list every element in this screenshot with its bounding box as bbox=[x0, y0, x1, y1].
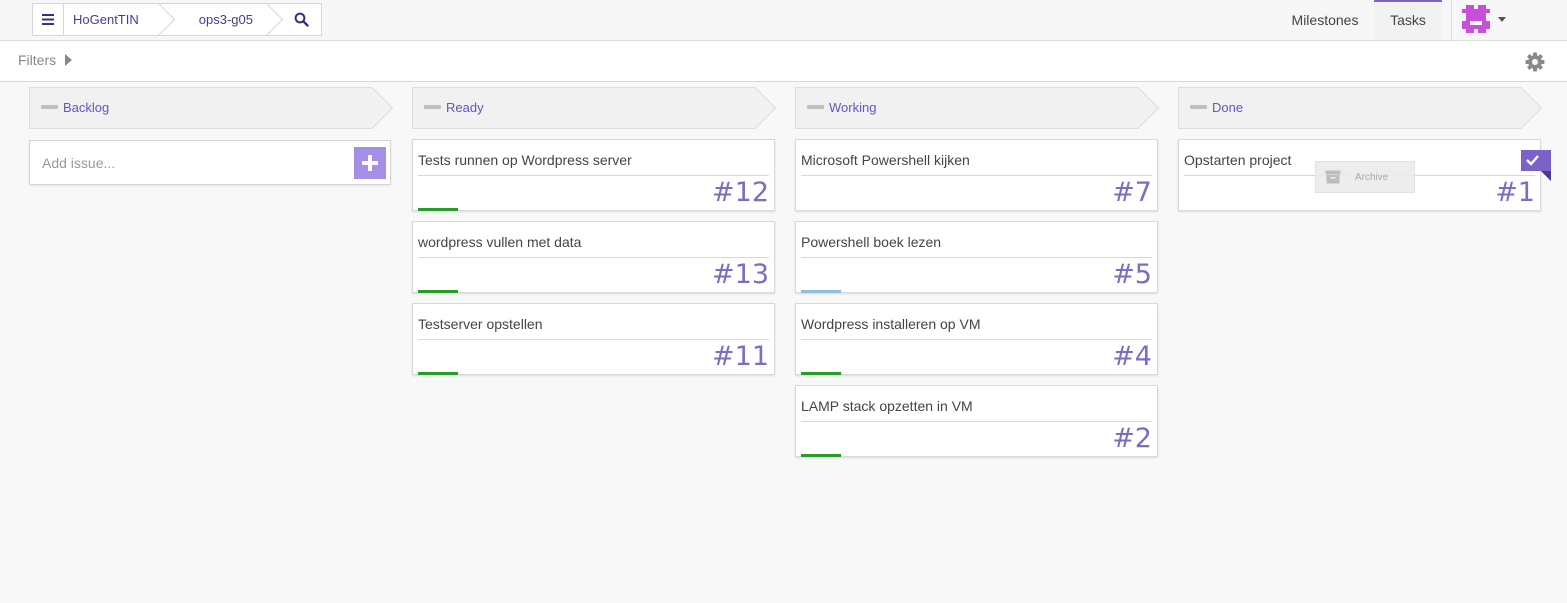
issue-card[interactable]: Powershell boek lezen #5 bbox=[795, 221, 1158, 293]
chevron-right-icon bbox=[65, 54, 73, 66]
issue-card[interactable]: Wordpress installeren op VM #4 bbox=[795, 303, 1158, 375]
column-title[interactable]: Done bbox=[1212, 100, 1243, 115]
add-issue-input[interactable] bbox=[31, 142, 351, 183]
filter-bar: Filters bbox=[0, 41, 1567, 82]
issue-number[interactable]: #2 bbox=[1112, 424, 1152, 454]
menu-button[interactable] bbox=[33, 4, 64, 35]
collapse-column-button[interactable] bbox=[1190, 105, 1207, 109]
column-header: Backlog bbox=[29, 87, 393, 129]
add-issue-box bbox=[29, 140, 391, 185]
column-done: Done Opstarten project #1 Archive bbox=[1178, 87, 1551, 211]
search-button[interactable] bbox=[283, 4, 321, 35]
archive-icon bbox=[1325, 170, 1341, 184]
column-header: Working bbox=[795, 87, 1159, 129]
status-bar bbox=[418, 208, 458, 211]
breadcrumb-org-label: HoGentTIN bbox=[73, 12, 139, 27]
status-bar bbox=[418, 372, 458, 375]
card-divider bbox=[418, 339, 769, 340]
column-ready: Ready Tests runnen op Wordpress server #… bbox=[412, 87, 776, 375]
nav-tasks[interactable]: Tasks bbox=[1374, 0, 1442, 40]
column-backlog: Backlog bbox=[29, 87, 393, 185]
breadcrumb-org[interactable]: HoGentTIN bbox=[64, 4, 175, 35]
card-divider bbox=[801, 175, 1152, 176]
issue-title[interactable]: Opstarten project bbox=[1184, 152, 1291, 168]
nav-divider bbox=[1451, 0, 1452, 40]
issue-number[interactable]: #13 bbox=[712, 260, 769, 290]
card-divider bbox=[801, 421, 1152, 422]
hamburger-icon bbox=[42, 14, 54, 25]
column-title[interactable]: Backlog bbox=[63, 100, 109, 115]
issue-title[interactable]: Wordpress installeren op VM bbox=[801, 316, 980, 332]
issue-card[interactable]: Testserver opstellen #11 bbox=[412, 303, 775, 375]
card-divider bbox=[418, 257, 769, 258]
status-bar bbox=[801, 290, 841, 293]
breadcrumb-repo-label: ops3-g05 bbox=[198, 12, 253, 27]
issue-title[interactable]: Tests runnen op Wordpress server bbox=[418, 152, 632, 168]
column-header: Done bbox=[1178, 87, 1542, 129]
breadcrumb-separator bbox=[266, 4, 284, 35]
status-bar bbox=[801, 454, 841, 457]
status-bar bbox=[801, 372, 841, 375]
card-divider bbox=[418, 175, 769, 176]
issue-number[interactable]: #7 bbox=[1112, 178, 1152, 208]
filters-toggle[interactable]: Filters bbox=[18, 52, 73, 68]
chevron-down-icon bbox=[1498, 16, 1506, 22]
user-menu[interactable] bbox=[1462, 5, 1510, 33]
issue-card[interactable]: Microsoft Powershell kijken #7 bbox=[795, 139, 1158, 211]
collapse-column-button[interactable] bbox=[424, 105, 441, 109]
breadcrumb-separator bbox=[158, 4, 176, 35]
search-icon bbox=[295, 12, 310, 27]
column-title[interactable]: Ready bbox=[446, 100, 484, 115]
breadcrumb: HoGentTIN ops3-g05 bbox=[32, 3, 322, 36]
collapse-column-button[interactable] bbox=[807, 105, 824, 109]
add-issue-button[interactable] bbox=[354, 147, 386, 179]
column-working: Working Microsoft Powershell kijken #7 P… bbox=[795, 87, 1159, 457]
archive-label: Archive bbox=[1355, 171, 1389, 183]
column-title[interactable]: Working bbox=[829, 100, 876, 115]
issue-number[interactable]: #5 bbox=[1112, 260, 1152, 290]
nav-milestones[interactable]: Milestones bbox=[1285, 0, 1365, 40]
plus-icon bbox=[362, 155, 378, 171]
issue-title[interactable]: Testserver opstellen bbox=[418, 316, 543, 332]
filters-label: Filters bbox=[18, 52, 57, 68]
issue-number[interactable]: #4 bbox=[1112, 342, 1152, 372]
issue-title[interactable]: wordpress vullen met data bbox=[418, 234, 581, 250]
issue-card[interactable]: Opstarten project #1 Archive bbox=[1178, 139, 1541, 211]
issue-number[interactable]: #1 bbox=[1495, 178, 1535, 208]
card-divider bbox=[801, 339, 1152, 340]
gear-icon bbox=[1525, 52, 1545, 72]
issue-card[interactable]: LAMP stack opzetten in VM #2 bbox=[795, 385, 1158, 457]
issue-title[interactable]: LAMP stack opzetten in VM bbox=[801, 398, 973, 414]
issue-card[interactable]: wordpress vullen met data #13 bbox=[412, 221, 775, 293]
status-bar bbox=[418, 290, 458, 293]
collapse-column-button[interactable] bbox=[41, 105, 58, 109]
issue-number[interactable]: #12 bbox=[712, 178, 769, 208]
settings-button[interactable] bbox=[1525, 52, 1545, 72]
done-badge bbox=[1521, 150, 1551, 181]
avatar bbox=[1462, 5, 1490, 33]
issue-number[interactable]: #11 bbox=[712, 342, 769, 372]
issue-card[interactable]: Tests runnen op Wordpress server #12 bbox=[412, 139, 775, 211]
archive-button[interactable]: Archive bbox=[1315, 161, 1415, 193]
breadcrumb-repo[interactable]: ops3-g05 bbox=[175, 4, 283, 35]
issue-title[interactable]: Powershell boek lezen bbox=[801, 234, 941, 250]
column-header: Ready bbox=[412, 87, 776, 129]
top-bar: HoGentTIN ops3-g05 Milestones Tasks bbox=[0, 0, 1567, 41]
issue-title[interactable]: Microsoft Powershell kijken bbox=[801, 152, 970, 168]
card-divider bbox=[801, 257, 1152, 258]
